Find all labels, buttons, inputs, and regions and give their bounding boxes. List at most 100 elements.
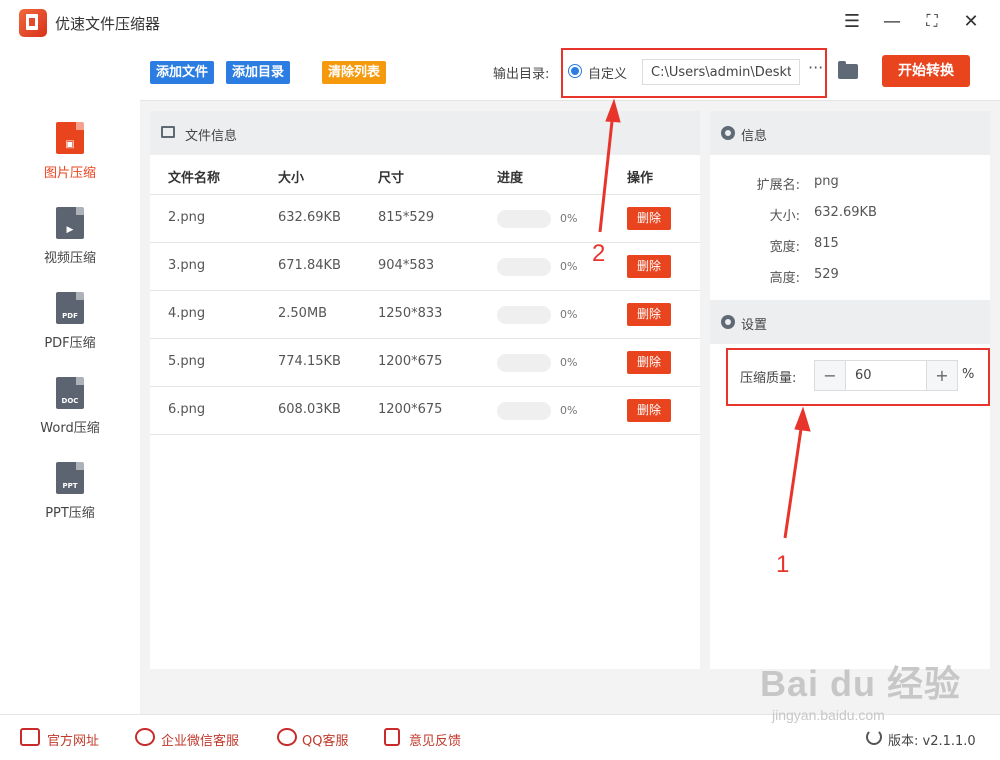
word-file-icon: DOC <box>56 377 84 409</box>
toolbar: 添加文件 添加目录 清除列表 输出目录: 自定义 ··· 开始转换 <box>140 44 1000 101</box>
progress-bar <box>497 210 551 228</box>
file-name: 3.png <box>168 258 206 273</box>
progress-text: 0% <box>560 308 578 321</box>
watermark-brand: Bai du 经验 <box>760 663 962 704</box>
file-dimensions: 1250*833 <box>378 306 443 321</box>
custom-radio-label[interactable]: 自定义 <box>588 63 627 82</box>
minimize-icon[interactable]: — <box>879 8 905 34</box>
refresh-icon[interactable] <box>866 729 882 745</box>
quality-stepper[interactable]: − + <box>814 360 958 391</box>
output-path-input[interactable] <box>642 59 800 85</box>
sidebar-item-ppt-compress[interactable]: PPT PPT压缩 <box>0 462 140 538</box>
table-header-row: 文件名称 大小 尺寸 进度 操作 <box>150 155 700 195</box>
custom-radio[interactable] <box>568 64 582 78</box>
settings-panel-header: 设置 <box>710 300 990 344</box>
sidebar-item-word-compress[interactable]: DOC Word压缩 <box>0 377 140 453</box>
sidebar-item-label: 图片压缩 <box>43 166 96 181</box>
sidebar-item-video-compress[interactable]: ▶ 视频压缩 <box>0 207 140 283</box>
file-name: 2.png <box>168 210 206 225</box>
clear-list-button[interactable]: 清除列表 <box>322 61 387 84</box>
version-text: 版本: v2.1.1.0 <box>888 734 976 749</box>
quality-label: 压缩质量: <box>740 371 797 386</box>
col-header-size: 大小 <box>278 171 305 186</box>
progress-bar <box>497 258 551 276</box>
file-dimensions: 904*583 <box>378 258 435 273</box>
table-row[interactable]: 6.png 608.03KB 1200*675 0% 删除 <box>150 387 700 435</box>
table-row[interactable]: 4.png 2.50MB 1250*833 0% 删除 <box>150 291 700 339</box>
file-panel-title: 文件信息 <box>185 129 238 144</box>
start-convert-button[interactable]: 开始转换 <box>882 55 970 87</box>
file-size: 671.84KB <box>278 258 341 273</box>
quality-input[interactable] <box>847 361 926 390</box>
progress-text: 0% <box>560 356 578 369</box>
file-name: 4.png <box>168 306 206 321</box>
add-file-button[interactable]: 添加文件 <box>150 61 215 84</box>
ext-label: 扩展名: <box>756 178 800 193</box>
gear-icon <box>721 315 735 329</box>
increase-button[interactable]: + <box>926 361 957 390</box>
progress-text: 0% <box>560 260 578 273</box>
annotation-number-1: 1 <box>776 551 790 578</box>
video-file-icon: ▶ <box>56 207 84 239</box>
sidebar-item-pdf-compress[interactable]: PDF PDF压缩 <box>0 292 140 368</box>
qq-service-icon[interactable] <box>277 728 297 746</box>
image-file-icon: ▣ <box>56 122 84 154</box>
feedback-icon[interactable] <box>384 728 400 746</box>
sidebar-item-image-compress[interactable]: ▣ 图片压缩 <box>0 122 140 198</box>
maximize-icon[interactable]: ⛶ <box>919 8 945 34</box>
sidebar: ▣ 图片压缩 ▶ 视频压缩 PDF PDF压缩 DOC Word压缩 PPT P… <box>0 44 140 714</box>
title-bar: 优速文件压缩器 ☰ — ⛶ ✕ <box>0 0 1000 44</box>
website-icon[interactable] <box>20 728 40 746</box>
width-value: 815 <box>814 236 839 251</box>
decrease-button[interactable]: − <box>815 361 846 390</box>
height-value: 529 <box>814 267 839 282</box>
annotation-number-2: 2 <box>592 240 606 267</box>
app-logo-icon <box>19 9 47 37</box>
progress-bar <box>497 354 551 372</box>
file-name: 5.png <box>168 354 206 369</box>
file-size: 608.03KB <box>278 402 341 417</box>
sidebar-item-label: 视频压缩 <box>43 251 96 266</box>
wechat-service-link[interactable]: 企业微信客服 <box>161 730 239 749</box>
image-icon <box>161 126 175 138</box>
info-panel-header: 信息 <box>710 111 990 155</box>
col-header-action: 操作 <box>627 171 654 186</box>
pdf-file-icon: PDF <box>56 292 84 324</box>
size-value: 632.69KB <box>814 205 877 220</box>
delete-button[interactable]: 删除 <box>627 399 671 422</box>
output-dir-label: 输出目录: <box>493 67 550 82</box>
close-icon[interactable]: ✕ <box>958 8 984 34</box>
percent-unit: % <box>962 367 975 382</box>
file-dimensions: 1200*675 <box>378 354 443 369</box>
baidu-watermark: Bai du 经验 jingyan.baidu.com <box>760 655 961 723</box>
sidebar-item-label: Word压缩 <box>40 421 100 436</box>
info-panel-title: 信息 <box>741 129 768 144</box>
file-name: 6.png <box>168 402 206 417</box>
progress-text: 0% <box>560 404 578 417</box>
size-label: 大小: <box>769 209 800 224</box>
delete-button[interactable]: 删除 <box>627 351 671 374</box>
gear-icon <box>721 126 735 140</box>
wechat-service-icon[interactable] <box>135 728 155 746</box>
feedback-link[interactable]: 意见反馈 <box>409 730 461 749</box>
ext-value: png <box>814 174 839 189</box>
file-panel-header: 文件信息 <box>150 111 700 155</box>
sidebar-item-label: PDF压缩 <box>44 336 96 351</box>
col-header-dimensions: 尺寸 <box>378 171 405 186</box>
add-directory-button[interactable]: 添加目录 <box>226 61 291 84</box>
menu-icon[interactable]: ☰ <box>839 8 865 34</box>
qq-service-link[interactable]: QQ客服 <box>302 730 348 749</box>
file-list-panel: 文件信息 文件名称 大小 尺寸 进度 操作 2.png 632.69KB 815… <box>150 111 700 669</box>
height-label: 高度: <box>769 271 800 286</box>
more-options-icon[interactable]: ··· <box>808 58 823 77</box>
delete-button[interactable]: 删除 <box>627 303 671 326</box>
folder-icon[interactable] <box>838 61 858 79</box>
website-link[interactable]: 官方网址 <box>47 730 99 749</box>
table-row[interactable]: 2.png 632.69KB 815*529 0% 删除 <box>150 195 700 243</box>
table-row[interactable]: 3.png 671.84KB 904*583 0% 删除 <box>150 243 700 291</box>
file-size: 2.50MB <box>278 306 328 321</box>
delete-button[interactable]: 删除 <box>627 255 671 278</box>
progress-text: 0% <box>560 212 578 225</box>
delete-button[interactable]: 删除 <box>627 207 671 230</box>
table-row[interactable]: 5.png 774.15KB 1200*675 0% 删除 <box>150 339 700 387</box>
